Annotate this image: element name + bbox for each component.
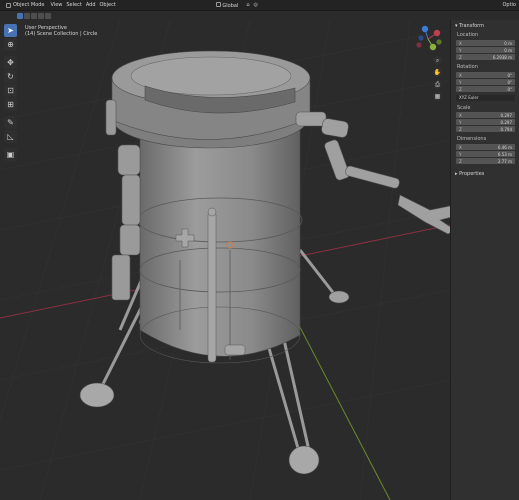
scene-collection: (14) Scene Collection | Circle [25, 31, 98, 37]
header-bar: Object Mode View Select Add Object Globa… [0, 0, 519, 11]
transform-header[interactable]: ▾ Transform [455, 23, 484, 29]
camera-icon[interactable]: ⎙ [433, 80, 442, 89]
foot-pad [328, 290, 350, 304]
menu-select[interactable]: Select [66, 2, 81, 8]
rotation-x-field[interactable]: X 0° [456, 72, 515, 78]
axis-label: Z [459, 54, 462, 60]
scale-x-field[interactable]: X 0.297 [456, 112, 515, 118]
field-value: 0° [507, 72, 512, 78]
scale-label: Scale [457, 105, 471, 111]
field-value: 0° [507, 86, 512, 92]
axis-label: Y [459, 119, 462, 125]
axis-label: X [459, 72, 462, 78]
field-value: 0.794 [500, 126, 512, 132]
transform-icon[interactable]: ⊞ [4, 98, 17, 111]
menu-add[interactable]: Add [86, 2, 96, 8]
select-extend-icon[interactable] [24, 12, 30, 19]
sidebar-properties: ▾ Transform Location X 0 m Y 0 m Z 6.2938 m… [450, 20, 519, 500]
field-value: 6.53 m [497, 151, 512, 157]
axis-label: Z [459, 86, 462, 92]
select-subtract-icon[interactable] [31, 12, 37, 19]
field-value: 6.2938 m [492, 54, 512, 60]
dimension-x-field[interactable]: X 6.46 m [456, 144, 515, 150]
field-value: 0.297 [500, 119, 512, 125]
properties-header[interactable]: ▸ Properties [455, 171, 484, 177]
axis-label: Y [459, 79, 462, 85]
orientation-label: Global [222, 2, 239, 9]
select-box-icon[interactable]: ➤ [4, 24, 17, 37]
object-mode-icon [6, 2, 11, 8]
robot-model[interactable] [79, 50, 461, 475]
field-value: 0 m [504, 40, 512, 46]
rotation-z-field[interactable]: Z 0° [456, 86, 515, 92]
scale-icon[interactable]: ⊡ [4, 84, 17, 97]
grid-icon[interactable]: ▦ [433, 92, 442, 101]
properties-title: Properties [459, 171, 485, 177]
navigation-gizmo[interactable] [413, 24, 443, 54]
menu-view[interactable]: View [51, 2, 63, 8]
rotation-mode-dropdown[interactable]: XYZ Euler [456, 95, 515, 101]
location-z-field[interactable]: Z 6.2938 m [456, 54, 515, 60]
dimensions-label: Dimensions [457, 136, 487, 142]
pan-hand-icon[interactable]: ✋ [433, 68, 442, 77]
snap-icon[interactable]: ⌂ [246, 2, 249, 8]
orientation-dropdown[interactable]: Global [215, 1, 239, 9]
axis-label: X [459, 144, 462, 150]
field-value: 0° [507, 79, 512, 85]
field-value: 0.297 [500, 112, 512, 118]
viewport-info: User Perspective (14) Scene Collection |… [25, 25, 97, 37]
field-value: 6.46 m [497, 144, 512, 150]
transform-title: Transform [459, 23, 484, 29]
dimension-y-field[interactable]: Y 6.53 m [456, 151, 515, 157]
cursor-icon[interactable]: ⊕ [4, 38, 17, 51]
axis-label: X [459, 112, 462, 118]
move-icon[interactable]: ✥ [4, 56, 17, 69]
measure-icon[interactable]: ◺ [4, 130, 17, 143]
proportional-edit-icon[interactable]: ◎ [254, 2, 258, 8]
field-value: 0 m [504, 47, 512, 53]
annotate-icon[interactable]: ✎ [4, 116, 17, 129]
tool-shelf: ➤ ⊕ ✥ ↻ ⊡ ⊞ ✎ ◺ ▣ [4, 24, 17, 161]
axis-label: Y [459, 47, 462, 53]
field-value: 2.77 m [497, 158, 512, 164]
select-invert-icon[interactable] [38, 12, 44, 19]
mode-label: Object Mode [13, 2, 45, 8]
right-arm [295, 111, 461, 235]
rotation-label: Rotation [457, 64, 478, 70]
axis-label: X [459, 40, 462, 46]
select-intersect-icon[interactable] [45, 12, 51, 19]
options-menu[interactable]: Optio [502, 2, 516, 8]
rotate-icon[interactable]: ↻ [4, 70, 17, 83]
axis-label: Z [459, 158, 462, 164]
mode-selector[interactable]: Object Mode [4, 2, 47, 8]
location-y-field[interactable]: Y 0 m [456, 47, 515, 53]
location-label: Location [457, 32, 479, 38]
selection-mode-bar [0, 11, 519, 20]
add-cube-icon[interactable]: ▣ [4, 148, 17, 161]
zoom-icon[interactable]: ⌕ [433, 56, 442, 65]
rotation-y-field[interactable]: Y 0° [456, 79, 515, 85]
scale-z-field[interactable]: Z 0.794 [456, 126, 515, 132]
menu-object[interactable]: Object [100, 2, 116, 8]
viewport-nav-tools: ⌕ ✋ ⎙ ▦ [433, 56, 442, 101]
location-x-field[interactable]: X 0 m [456, 40, 515, 46]
axis-label: Z [459, 126, 462, 132]
axis-label: Y [459, 151, 462, 157]
foot-pad [288, 445, 320, 475]
dimension-z-field[interactable]: Z 2.77 m [456, 158, 515, 164]
foot-pad [79, 382, 115, 408]
scale-y-field[interactable]: Y 0.297 [456, 119, 515, 125]
select-new-icon[interactable] [17, 12, 23, 19]
axes-icon [215, 1, 221, 7]
